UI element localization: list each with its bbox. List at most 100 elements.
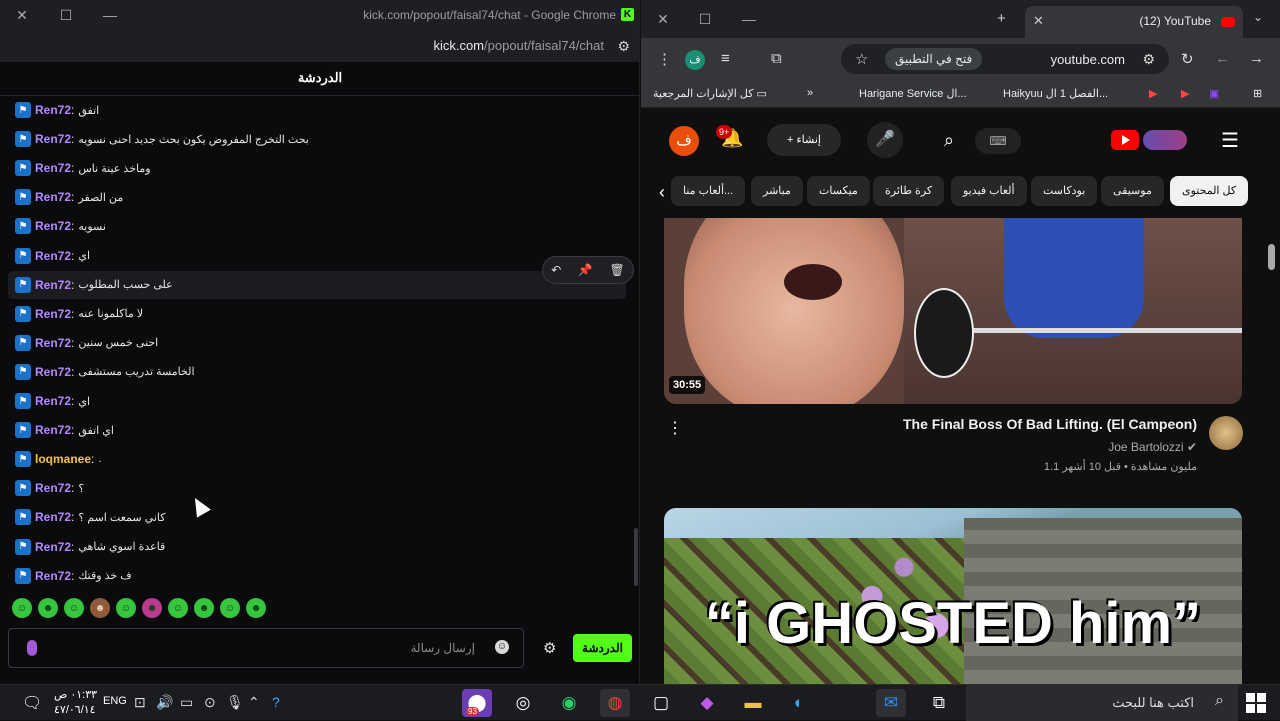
chat-message[interactable]: ⚑ Ren72: وماخذ عينة ناس <box>8 154 626 182</box>
obs-icon[interactable]: ◎ <box>508 689 538 717</box>
chat-username[interactable]: Ren72 <box>35 278 71 292</box>
chat-message[interactable]: ⚑ Ren72: من الصفر <box>8 183 626 211</box>
office-icon[interactable]: ◆ <box>692 689 722 717</box>
emote-icon[interactable]: ☻ <box>142 598 162 618</box>
profile-icon[interactable]: ف <box>685 50 705 70</box>
emote-icon[interactable]: ☺ <box>12 598 32 618</box>
emoji-picker-icon[interactable]: ☺ <box>495 640 509 654</box>
youtube-bookmark-icon[interactable]: ▶ <box>1181 87 1189 100</box>
chrome-icon[interactable]: ◍ <box>600 689 630 717</box>
chip[interactable]: ألعاب فيديو <box>951 176 1027 206</box>
chat-username[interactable]: Ren72 <box>35 336 71 350</box>
file-explorer-icon[interactable]: ▬ <box>738 689 768 717</box>
whatsapp-icon[interactable]: ◉ <box>554 689 584 717</box>
chat-username[interactable]: Ren72 <box>35 307 71 321</box>
emote-icon[interactable]: ☻ <box>246 598 266 618</box>
chat-username[interactable]: Ren72 <box>35 249 71 263</box>
chip[interactable]: مباشر <box>751 176 803 206</box>
chat-input[interactable]: إرسال رسالة ☺ <box>8 628 524 668</box>
video-thumbnail[interactable] <box>664 218 1242 404</box>
task-view-icon[interactable]: ⧉ <box>924 689 954 717</box>
keyboard-icon[interactable]: ⌨ <box>975 128 1021 154</box>
chevron-up-icon[interactable]: ⌃ <box>248 694 260 711</box>
maximize-window-button[interactable]: ☐ <box>44 0 88 30</box>
close-window-button[interactable]: ✕ <box>641 4 685 34</box>
chat-message[interactable]: ⚑ Ren72: قاعدة اسوي شاهي <box>8 533 626 561</box>
reply-icon[interactable]: ↶ <box>551 263 561 277</box>
chat-username[interactable]: Ren72 <box>35 103 71 117</box>
app-window-icon[interactable]: ▢ <box>646 689 676 717</box>
tab-youtube[interactable]: ✕ (12) YouTube <box>1025 6 1243 38</box>
chat-message[interactable]: ⚑ Ren72: كاني سمعت اسم ؟ <box>8 503 626 531</box>
twitch-bookmark-icon[interactable]: ▣ <box>1209 87 1219 100</box>
youtube-doodle-icon[interactable] <box>1143 130 1187 150</box>
video-thumbnail[interactable]: “i GHOSTED him” <box>664 508 1242 684</box>
channel-name[interactable]: Joe Bartolozzi ✔ <box>1108 440 1197 454</box>
chat-message[interactable]: ⚑ Ren72: احنى خمس سنين <box>8 329 626 357</box>
bookmarks-overflow-icon[interactable]: » <box>807 87 813 99</box>
chat-message[interactable]: ⚑ Ren72: بحث التخرج المفروض يكون بحث جديد … <box>8 125 626 153</box>
chat-message[interactable]: ⚑ loqmanee:. <box>8 445 626 473</box>
microphone-icon[interactable]: 🎙 <box>226 694 244 711</box>
close-window-button[interactable]: ✕ <box>0 0 44 30</box>
page-scrollbar[interactable] <box>1268 244 1275 270</box>
chat-scrollbar[interactable] <box>634 528 638 586</box>
chat-message[interactable]: ⚑ Ren72: ؟ <box>8 474 626 502</box>
voice-search-icon[interactable]: 🎤 <box>867 122 903 158</box>
chat-message[interactable]: ⚑ Ren72: على حسب المطلوب <box>8 270 626 299</box>
tab-search-icon[interactable]: ⌄ <box>1253 10 1263 24</box>
chip[interactable]: ألعاب منا... <box>671 176 746 206</box>
chat-message[interactable]: ⚑ Ren72: اي اتفق <box>8 416 626 444</box>
mic-icon[interactable] <box>27 640 37 656</box>
media-controls-icon[interactable]: ≡ <box>721 50 730 67</box>
chat-username[interactable]: Ren72 <box>35 540 71 554</box>
pin-icon[interactable]: 📌 <box>578 263 593 277</box>
omnibox[interactable]: ☆ فتح في التطبيق youtube.com ⚙ <box>841 44 1169 74</box>
volume-icon[interactable]: 🔊 <box>156 694 173 711</box>
search-icon[interactable]: ⌕ <box>931 122 967 158</box>
chip[interactable]: بودكاست <box>1031 176 1098 206</box>
chat-message[interactable]: ⚑ Ren72: الخامسة تدريب مستشفى <box>8 358 626 386</box>
chat-message[interactable]: ⚑ Ren72: ف خذ وقتك <box>8 562 626 590</box>
site-settings-icon[interactable]: ⚙ <box>1142 51 1155 68</box>
menu-dots-icon[interactable]: ⋮ <box>657 50 672 68</box>
youtube-bookmark-icon[interactable]: ▶ <box>1149 87 1157 100</box>
chat-username[interactable]: Ren72 <box>35 394 71 408</box>
extensions-icon[interactable]: ⧉ <box>771 50 782 67</box>
chat-message[interactable]: ⚑ Ren72: اي <box>8 387 626 415</box>
chat-message[interactable]: ⚑ Ren72: اتفق <box>8 96 626 124</box>
taskbar-search[interactable]: اكتب هنا للبحث ⌕ <box>966 685 1238 721</box>
chat-message[interactable]: ⚑ Ren72: لا ماكلمونا عنه <box>8 300 626 328</box>
apps-grid-icon[interactable]: ⊞ <box>1253 87 1262 100</box>
chat-username[interactable]: Ren72 <box>35 423 71 437</box>
chip[interactable]: موسيقى <box>1101 176 1164 206</box>
back-icon[interactable]: ← <box>1215 50 1230 67</box>
chat-username[interactable]: Ren72 <box>35 481 71 495</box>
delete-icon[interactable]: 🗑 <box>609 263 624 277</box>
language-indicator[interactable]: ENG <box>103 695 127 707</box>
notification-center-icon[interactable]: 🗨 <box>22 693 42 713</box>
emote-icon[interactable]: ☻ <box>90 598 110 618</box>
more-actions-icon[interactable]: ⋮ <box>667 418 683 438</box>
mail-icon[interactable]: ✉ <box>876 689 906 717</box>
forward-icon[interactable]: → <box>1249 50 1264 67</box>
chat-username[interactable]: Ren72 <box>35 219 71 233</box>
bookmark-star-icon[interactable]: ☆ <box>855 50 868 68</box>
close-tab-icon[interactable]: ✕ <box>1033 13 1044 29</box>
minimize-window-button[interactable]: — <box>727 4 771 34</box>
video-title[interactable]: The Final Boss Of Bad Lifting. (El Campe… <box>903 416 1197 432</box>
clock-date[interactable]: ٤٧/٠٦/١٤ <box>54 703 96 716</box>
chip[interactable]: كرة طائرة <box>873 176 945 206</box>
create-button[interactable]: + إنشاء <box>767 124 841 156</box>
emote-icon[interactable]: ☻ <box>38 598 58 618</box>
chat-settings-icon[interactable]: ⚙ <box>543 639 556 657</box>
all-bookmarks-link[interactable]: كل الإشارات المرجعية ▭ <box>653 87 767 100</box>
chip-all[interactable]: كل المحتوى <box>1170 176 1249 206</box>
help-icon[interactable]: ? <box>272 694 280 710</box>
chip[interactable]: ميكسات <box>807 176 870 206</box>
chat-username[interactable]: Ren72 <box>35 161 71 175</box>
open-in-app-button[interactable]: فتح في التطبيق <box>885 48 983 70</box>
windows-start-icon[interactable] <box>1246 693 1266 713</box>
emote-icon[interactable]: ☺ <box>64 598 84 618</box>
emote-icon[interactable]: ☻ <box>194 598 214 618</box>
